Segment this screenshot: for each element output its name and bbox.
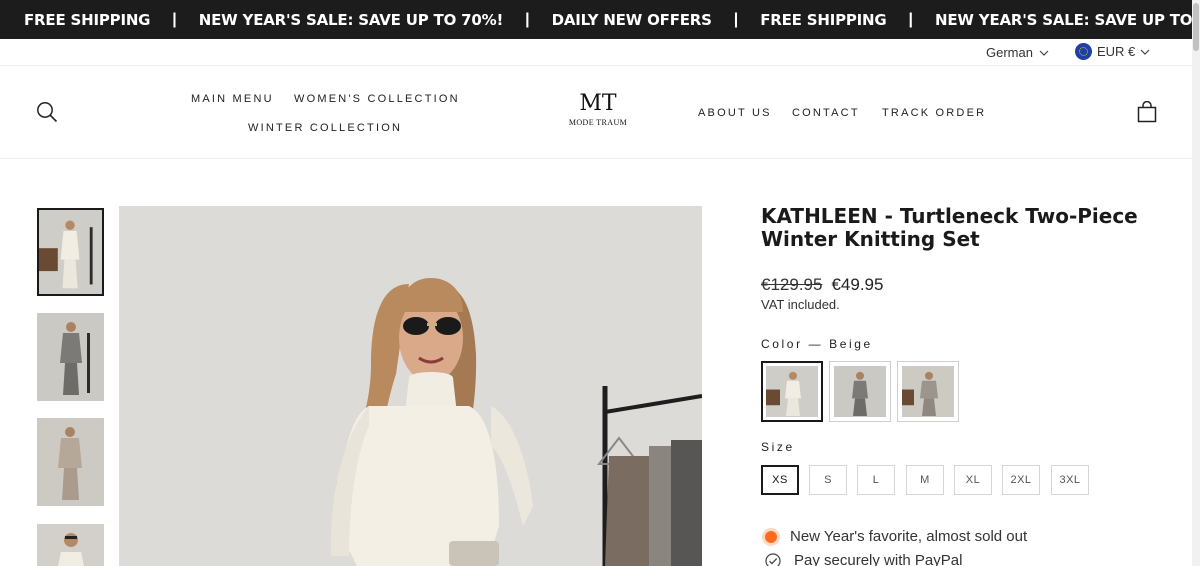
size-option-xs[interactable]: XS [761,465,799,495]
color-label: Color — Beige [761,337,873,351]
product-photo [37,313,104,401]
announcement-item: NEW YEAR'S SALE: SAVE UP TO 70%! [935,10,1200,29]
product-thumbnail[interactable] [37,524,104,566]
nav-main-menu[interactable]: MAIN MENU [191,93,274,105]
payment-notice-text: Pay securely with PayPal [794,552,963,566]
eu-flag-icon [1075,43,1092,60]
stock-notice-text: New Year's favorite, almost sold out [790,528,1028,545]
search-icon[interactable] [36,101,58,123]
color-swatch-beige[interactable] [761,361,823,422]
size-option-l[interactable]: L [857,465,895,495]
announcement-item: NEW YEAR'S SALE: SAVE UP TO 70%! [198,10,504,29]
price-row: €129.95 €49.95 [761,275,883,295]
announcement-track: FREE SHIPPING | NEW YEAR'S SALE: SAVE UP… [24,0,1200,39]
color-swatch-grey[interactable] [829,361,891,422]
logo-mark: MT [579,91,617,116]
currency-label: EUR € [1097,44,1136,59]
payment-notice: Pay securely with PayPal [765,552,962,566]
announcement-separator: | [908,10,914,28]
announcement-separator: | [525,10,530,28]
logo-text: MODE TRAUM [568,118,628,127]
swatch-photo [766,366,818,417]
size-option-s[interactable]: S [809,465,847,495]
page-scrollbar[interactable] [1192,0,1200,566]
size-option-3xl[interactable]: 3XL [1051,465,1089,495]
main-product-image[interactable] [119,206,702,566]
product-thumbnail[interactable] [37,208,104,296]
nav-about-us[interactable]: ABOUT US [698,107,772,119]
product-title: KATHLEEN - Turtleneck Two-Piece Winter K… [761,204,1138,251]
nav-womens-collection[interactable]: WOMEN'S COLLECTION [294,93,460,105]
size-option-2xl[interactable]: 2XL [1002,465,1040,495]
size-option-m[interactable]: M [906,465,944,495]
product-photo [119,206,702,566]
original-price: €129.95 [761,275,823,294]
chevron-down-icon [1140,49,1150,55]
site-header: MAIN MENU WOMEN'S COLLECTION WINTER COLL… [0,66,1200,159]
utility-bar: German EUR € [0,39,1200,66]
announcement-item: DAILY NEW OFFERS [551,10,712,29]
nav-contact[interactable]: CONTACT [792,107,860,119]
status-dot-icon [765,530,777,543]
swatch-photo [902,366,954,417]
nav-winter-collection[interactable]: WINTER COLLECTION [248,122,402,134]
product-thumbnail[interactable] [37,313,104,401]
scrollbar-thumb[interactable] [1193,3,1199,51]
check-circle-icon [765,552,781,566]
swatch-photo [834,366,886,417]
chevron-down-icon [1039,50,1049,56]
product-thumbnail[interactable] [37,418,104,506]
language-selector[interactable]: German [986,45,1049,60]
language-label: German [986,45,1033,60]
color-swatch-taupe[interactable] [897,361,959,422]
currency-selector[interactable]: EUR € [1075,43,1150,60]
sale-price: €49.95 [831,275,884,294]
announcement-bar: FREE SHIPPING | NEW YEAR'S SALE: SAVE UP… [0,0,1200,39]
size-option-xl[interactable]: XL [954,465,992,495]
announcement-separator: | [172,10,177,28]
shopping-bag-icon[interactable] [1137,101,1157,123]
product-photo [37,418,104,506]
site-logo[interactable]: MT MODE TRAUM [566,91,630,128]
stock-notice: New Year's favorite, almost sold out [765,528,1027,545]
product-photo [37,524,104,566]
announcement-separator: | [733,10,739,28]
nav-track-order[interactable]: TRACK ORDER [882,107,986,119]
announcement-item: FREE SHIPPING [24,10,151,29]
vat-note: VAT included. [761,297,840,312]
announcement-item: FREE SHIPPING [760,10,887,29]
size-label: Size [761,440,795,454]
product-photo [39,210,102,294]
